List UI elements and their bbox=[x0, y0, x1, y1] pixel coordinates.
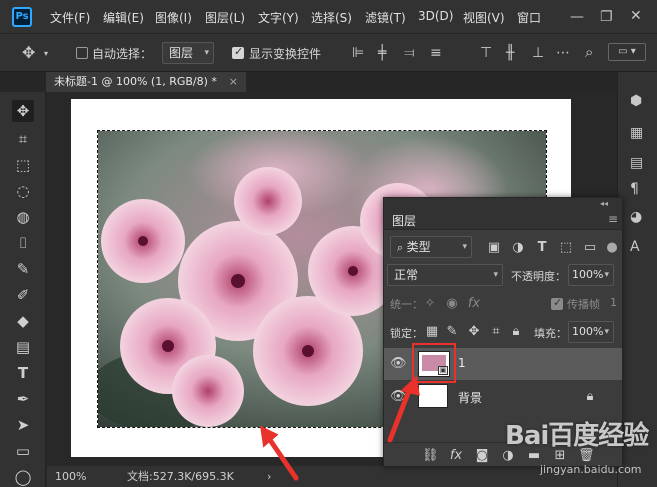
thumbnail-arrowhead bbox=[400, 375, 420, 396]
canvas-arrowhead bbox=[259, 425, 279, 448]
watermark-url: jingyan.baidu.com bbox=[540, 463, 642, 476]
thumbnail-arrow bbox=[387, 385, 413, 443]
canvas-arrow bbox=[265, 434, 299, 481]
baidu-watermark: Bai百度经验 bbox=[505, 421, 649, 451]
annotation-arrows bbox=[259, 375, 420, 481]
